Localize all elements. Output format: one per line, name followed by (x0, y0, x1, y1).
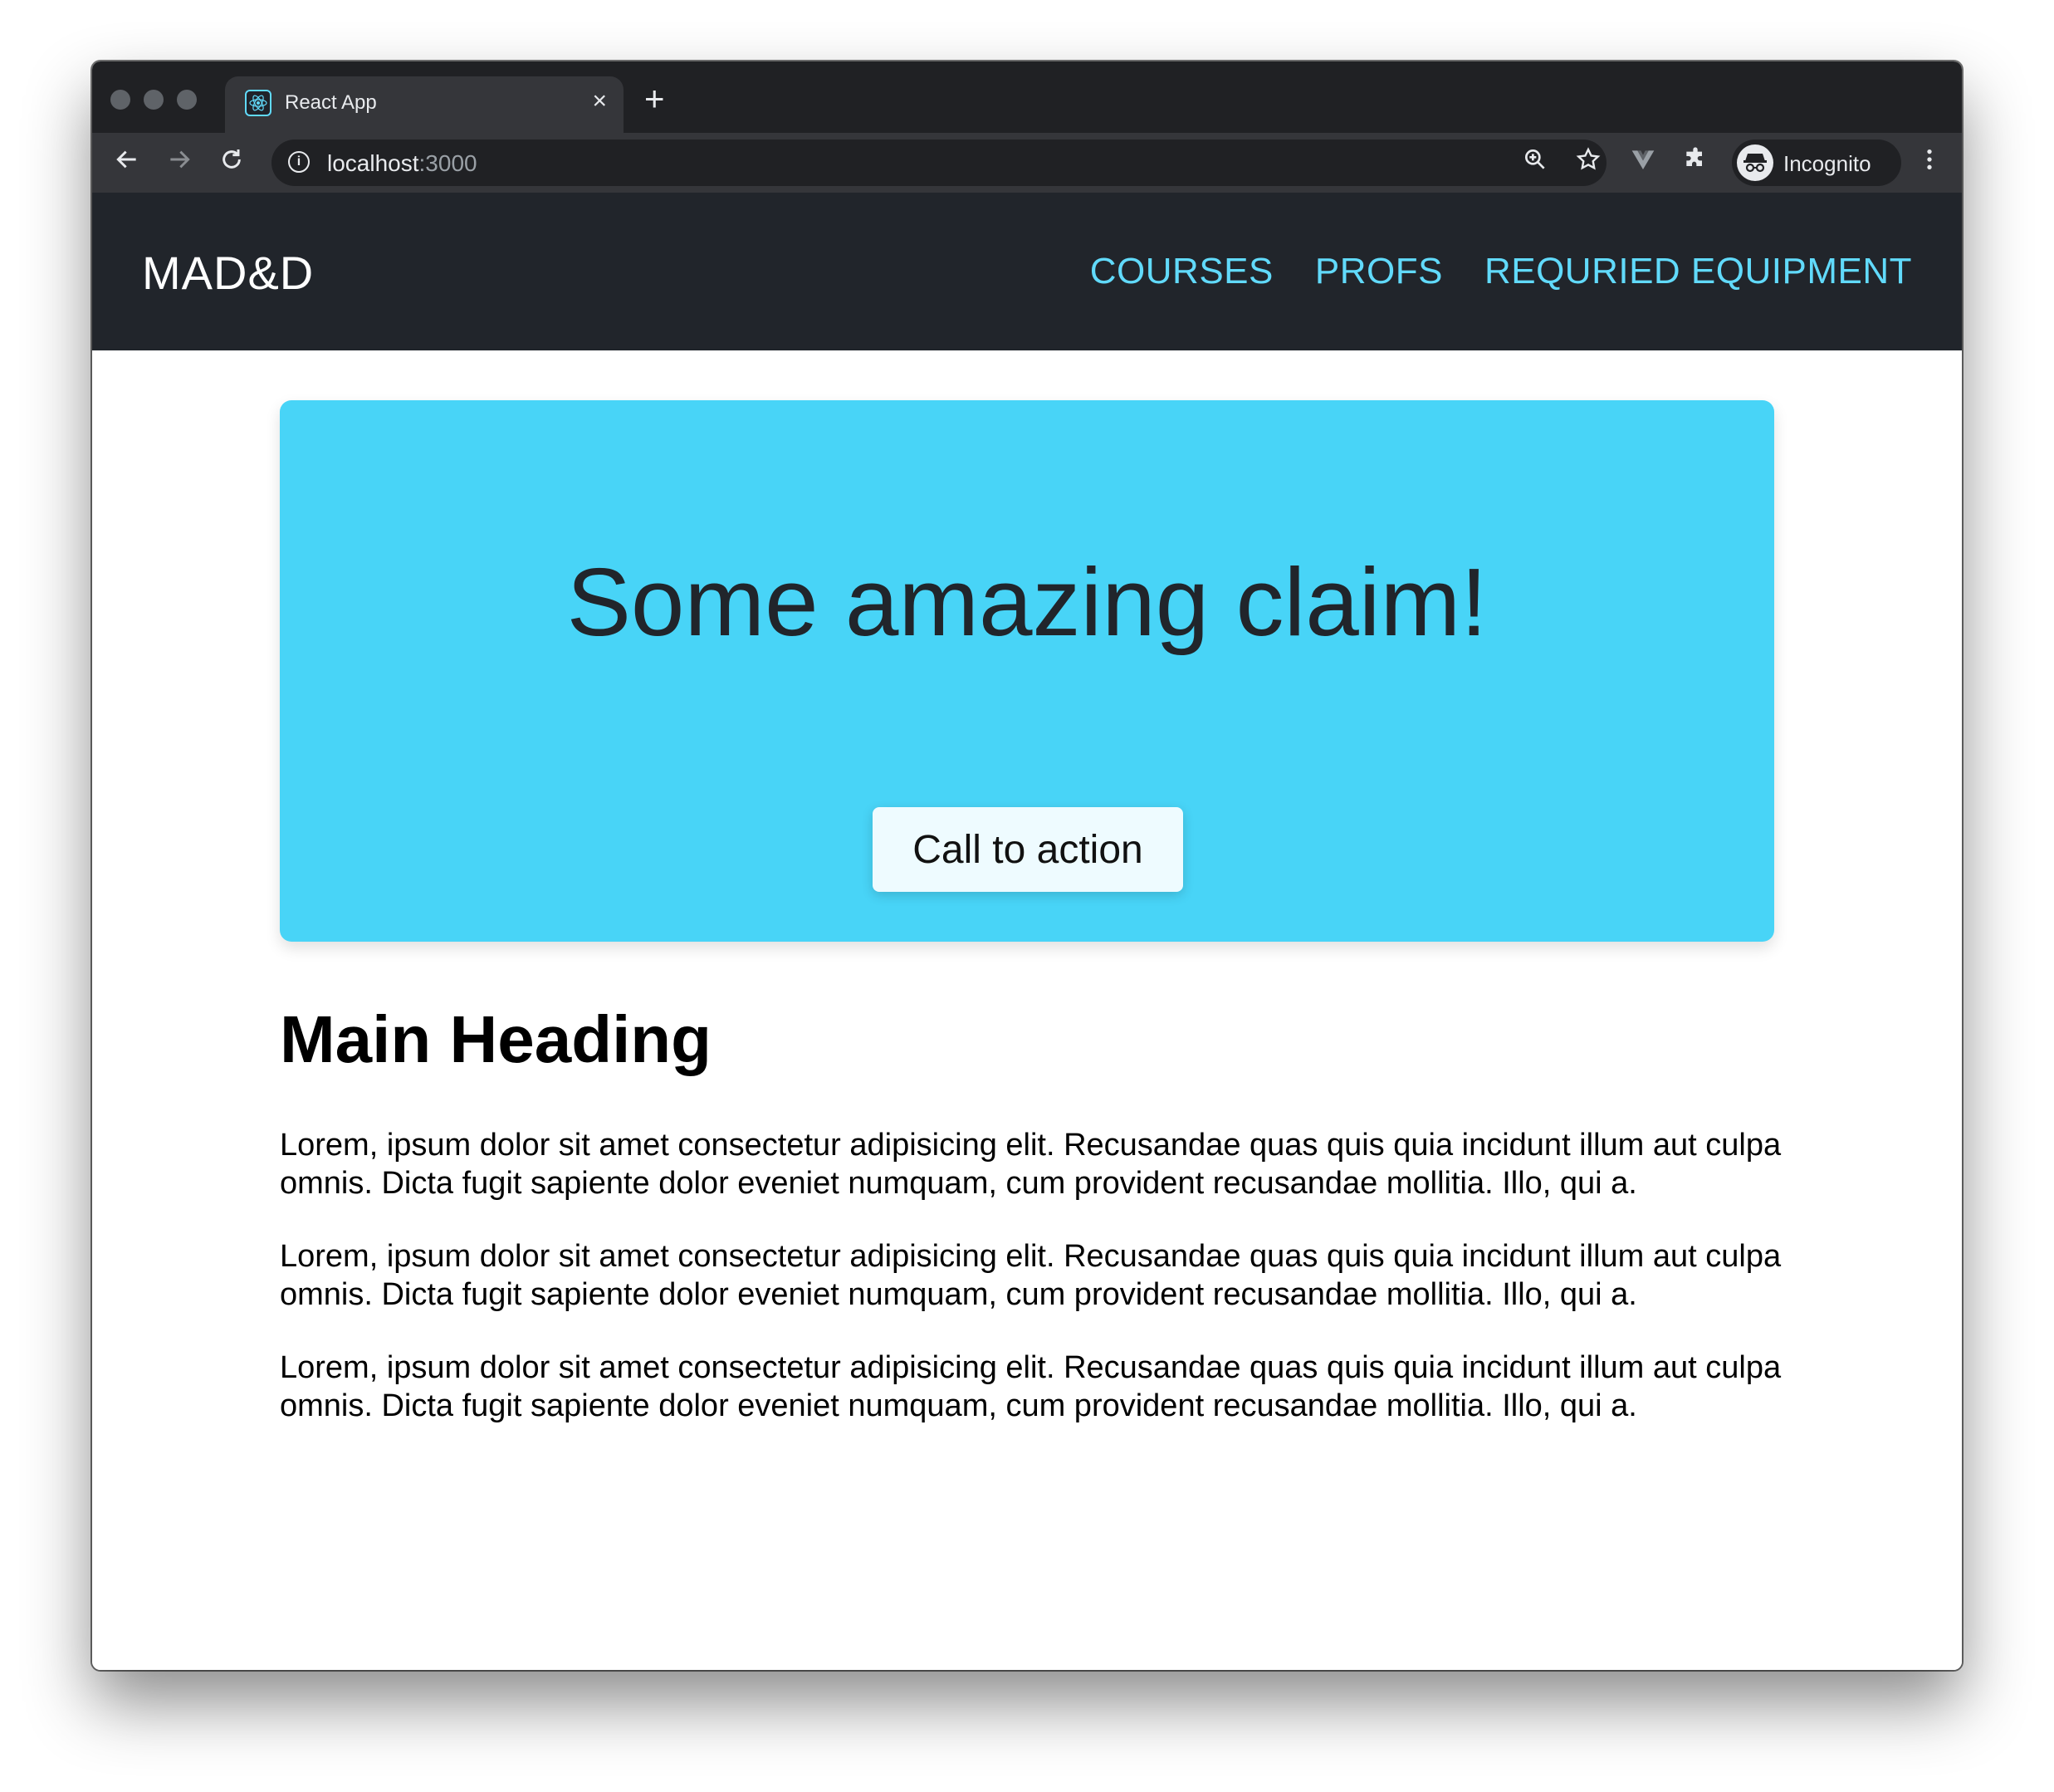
zoom-icon[interactable] (1522, 146, 1548, 180)
puzzle-icon[interactable] (1682, 146, 1709, 180)
tab-strip: React App × + (92, 61, 1962, 133)
site-navbar: MAD&D COURSES PROFS REQURIED EQUIPMENT (92, 193, 1962, 350)
forward-arrow-icon[interactable] (166, 146, 193, 180)
hero-banner: Some amazing claim! Call to action (280, 400, 1774, 942)
address-bar[interactable]: i localhost:3000 (271, 140, 1607, 186)
incognito-profile-button[interactable]: Incognito (1732, 140, 1901, 186)
react-logo-icon (245, 90, 271, 116)
browser-toolbar: i localhost:3000 Incognito (92, 133, 1962, 193)
back-arrow-icon[interactable] (114, 146, 140, 180)
site-brand[interactable]: MAD&D (142, 246, 314, 300)
new-tab-button[interactable]: + (644, 81, 665, 116)
vue-devtools-icon[interactable] (1628, 146, 1658, 180)
body-paragraph: Lorem, ipsum dolor sit amet consectetur … (280, 1239, 1782, 1312)
window-maximize-dot[interactable] (177, 90, 197, 110)
reload-icon[interactable] (218, 146, 245, 180)
url-host: localhost (327, 150, 419, 176)
main-content: Main Heading Lorem, ipsum dolor sit amet… (280, 998, 1791, 1460)
tab-close-icon[interactable]: × (592, 88, 607, 115)
body-paragraph: Lorem, ipsum dolor sit amet consectetur … (280, 1128, 1782, 1201)
nav-link-profs[interactable]: PROFS (1315, 251, 1443, 292)
main-heading: Main Heading (280, 1002, 712, 1076)
body-paragraph: Lorem, ipsum dolor sit amet consectetur … (280, 1350, 1782, 1423)
star-icon[interactable] (1575, 146, 1602, 180)
nav-link-required-equipment[interactable]: REQURIED EQUIPMENT (1484, 251, 1912, 292)
incognito-icon (1737, 144, 1773, 181)
url-port: :3000 (418, 150, 477, 176)
hero-claim: Some amazing claim! (566, 548, 1488, 656)
browser-window: React App × + i localhost:3000 Incognito… (92, 61, 1962, 1670)
info-icon[interactable]: i (288, 151, 310, 173)
tab-react-app[interactable]: React App × (225, 76, 624, 133)
incognito-label: Incognito (1783, 151, 1871, 176)
tab-title: React App (285, 91, 377, 114)
url-text: localhost:3000 (327, 150, 477, 177)
window-close-dot[interactable] (110, 90, 130, 110)
page-viewport: MAD&D COURSES PROFS REQURIED EQUIPMENT S… (92, 193, 1962, 1670)
kebab-menu-icon[interactable] (1921, 146, 1938, 180)
nav-link-courses[interactable]: COURSES (1090, 251, 1274, 292)
window-minimize-dot[interactable] (144, 90, 164, 110)
call-to-action-button[interactable]: Call to action (873, 807, 1183, 892)
nav-links: COURSES PROFS REQURIED EQUIPMENT (1090, 251, 1912, 292)
